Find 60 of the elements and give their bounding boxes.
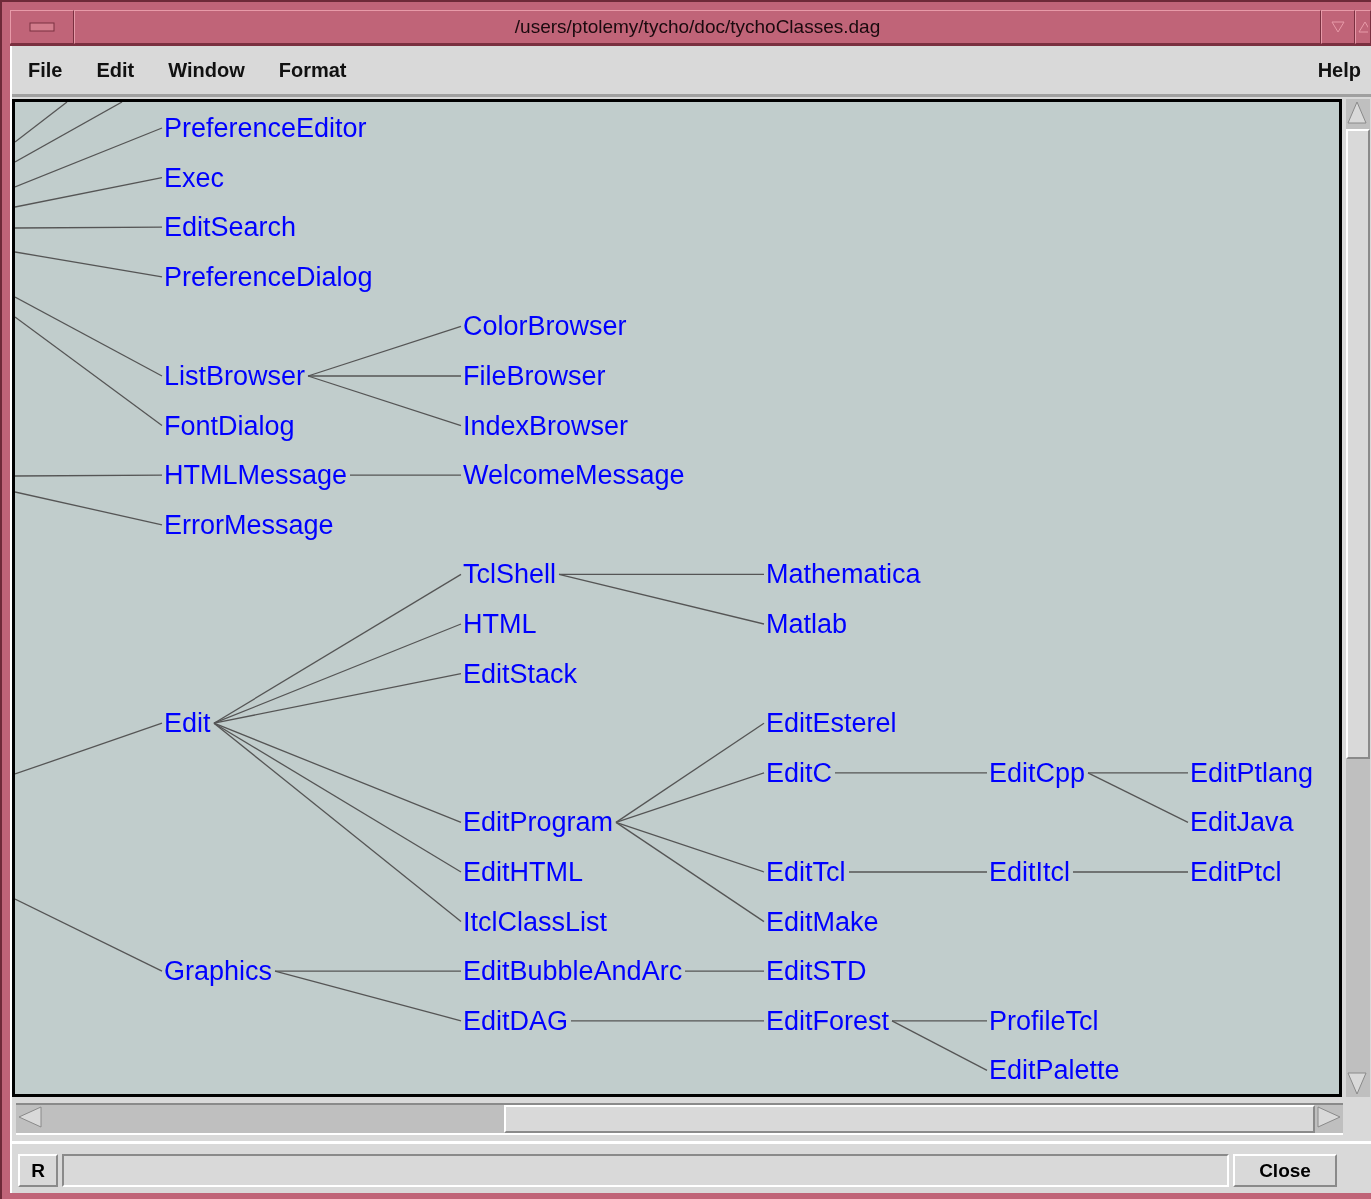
graph-node[interactable]: EditHTML — [463, 856, 584, 888]
window-title: /users/ptolemy/tycho/doc/tychoClasses.dag — [74, 10, 1321, 44]
graph-node[interactable]: IndexBrowser — [463, 409, 629, 442]
graph-node[interactable]: HTMLMessage — [164, 459, 348, 492]
scroll-thumb[interactable] — [1346, 129, 1370, 759]
left-arrow-icon — [16, 1105, 44, 1129]
graph-node[interactable]: EditMake — [766, 905, 879, 938]
graph-node[interactable]: Graphics — [164, 955, 273, 988]
window-menu-button[interactable] — [10, 10, 74, 44]
graph-node[interactable]: EditProgram — [463, 806, 614, 839]
graph-node[interactable]: EditSearch — [164, 211, 297, 244]
maximize-button[interactable] — [1355, 10, 1371, 44]
graph-node[interactable]: ItclClassList — [463, 905, 608, 938]
graph-node[interactable]: EditEsterel — [766, 707, 897, 740]
graph-node[interactable]: ErrorMessage — [164, 508, 334, 541]
r-button[interactable]: R — [18, 1154, 58, 1187]
menu-item[interactable]: File — [28, 58, 63, 82]
graph-node[interactable]: ListBrowser — [164, 360, 306, 392]
graph-node[interactable]: PreferenceDialog — [164, 260, 373, 293]
menu-item[interactable]: Edit — [96, 58, 135, 82]
graph-node[interactable]: ColorBrowser — [463, 310, 627, 343]
graph-node[interactable]: EditDAG — [463, 1004, 569, 1037]
graph-node[interactable]: HTML — [463, 608, 537, 640]
graph-node[interactable]: EditJava — [1190, 806, 1294, 839]
status-field[interactable] — [62, 1154, 1229, 1187]
graph-node[interactable]: PreferenceEditor — [164, 112, 367, 144]
menu-item[interactable]: Window — [168, 58, 245, 82]
graph-node[interactable]: EditCpp — [989, 756, 1086, 789]
down-triangle-icon — [1331, 21, 1345, 33]
graph-node[interactable]: Edit — [164, 707, 211, 740]
graph-node[interactable]: EditPtcl — [1190, 856, 1282, 888]
graph-node[interactable]: EditItcl — [989, 856, 1071, 888]
graph-node[interactable]: EditPtlang — [1190, 756, 1314, 789]
right-arrow-icon — [1315, 1105, 1343, 1129]
graph-node[interactable]: EditC — [766, 756, 833, 789]
horizontal-scrollbar[interactable] — [16, 1103, 1343, 1135]
graph-node[interactable]: Exec — [164, 161, 225, 194]
graph-node[interactable]: EditPalette — [989, 1054, 1120, 1087]
up-arrow-icon — [1346, 99, 1368, 125]
close-button[interactable]: Close — [1233, 1154, 1337, 1187]
minimize-button[interactable] — [1321, 10, 1355, 44]
menu-item[interactable]: Format — [278, 58, 347, 82]
graph-node[interactable]: EditTcl — [766, 856, 846, 888]
bar-icon — [29, 22, 55, 32]
scroll-thumb[interactable] — [504, 1105, 1315, 1133]
graph-node[interactable]: Mathematica — [766, 558, 921, 591]
graph-node[interactable]: Matlab — [766, 608, 848, 640]
graph-node[interactable]: EditStack — [463, 657, 578, 690]
graph-node[interactable]: TclShell — [463, 558, 557, 591]
graph-node[interactable]: FontDialog — [164, 409, 295, 442]
vertical-scrollbar[interactable] — [1346, 99, 1370, 1097]
graph-node[interactable]: WelcomeMessage — [463, 459, 685, 492]
graph-node[interactable]: EditSTD — [766, 955, 867, 988]
graph-node[interactable]: EditBubbleAndArc — [463, 955, 683, 988]
graph-node[interactable]: ProfileTcl — [989, 1004, 1099, 1037]
graph-node[interactable]: EditForest — [766, 1004, 890, 1037]
up-triangle-icon — [1358, 21, 1368, 33]
graph-node[interactable]: FileBrowser — [463, 360, 606, 392]
down-arrow-icon — [1346, 1071, 1368, 1097]
help-menu[interactable]: Help — [1317, 58, 1361, 82]
